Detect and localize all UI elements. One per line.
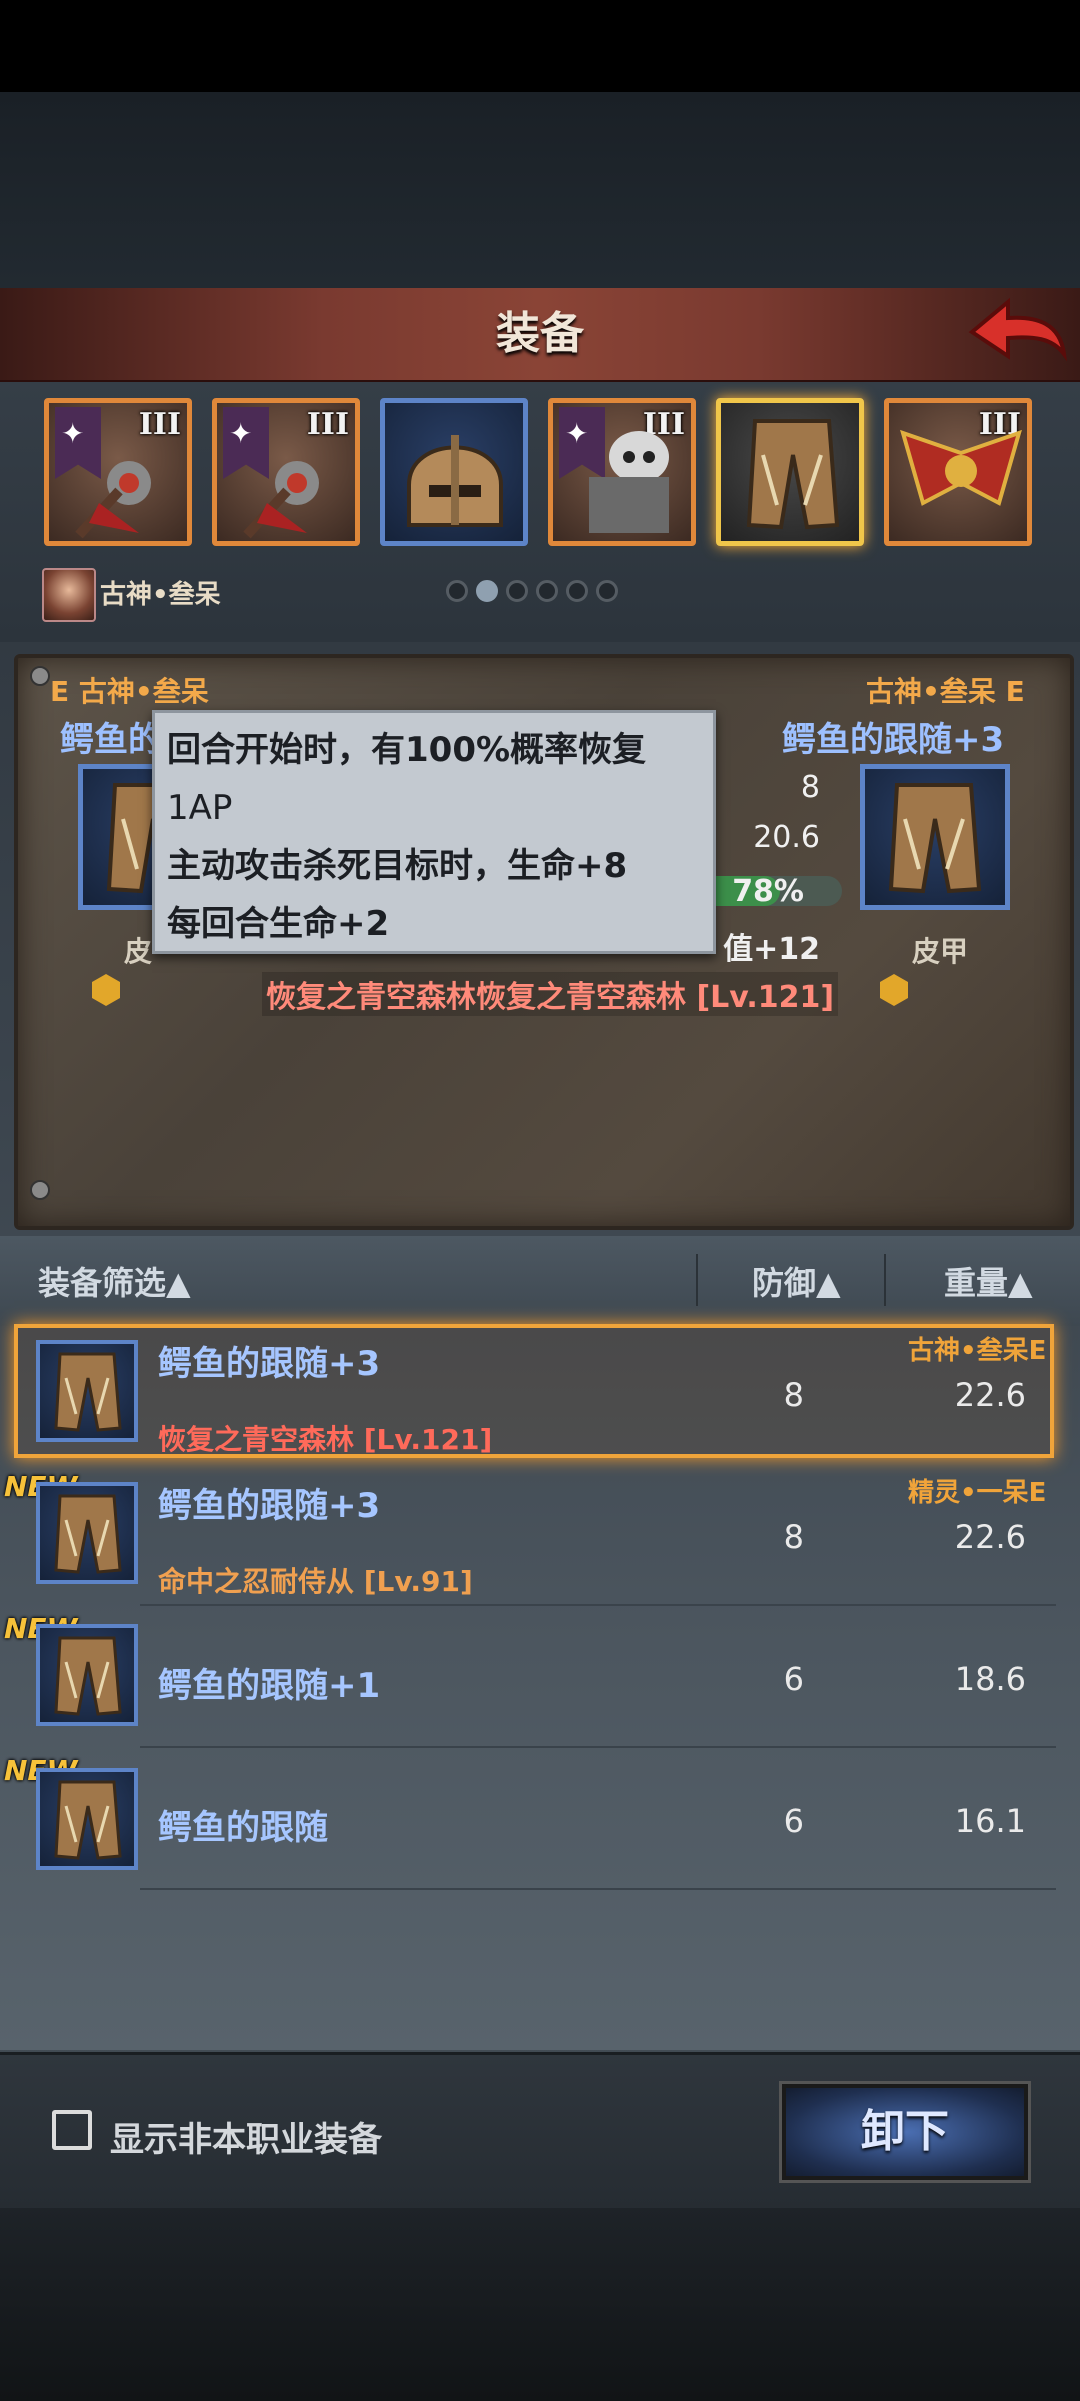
item-defense: 8 <box>783 1518 804 1556</box>
show-other-class-checkbox[interactable] <box>52 2110 92 2150</box>
item-weight: 22.6 <box>954 1518 1026 1556</box>
pin-icon <box>30 1180 50 1200</box>
item-owner: 古神•叁呆E <box>908 1336 1047 1366</box>
page-dot-active <box>476 580 498 602</box>
unequip-button[interactable]: 卸下 <box>782 2084 1028 2180</box>
item-icon <box>36 1482 138 1584</box>
leather-pants-icon <box>54 1780 122 1860</box>
tooltip-line: 回合开始时，有100%概率恢复 <box>167 730 647 770</box>
slot-helmet[interactable] <box>380 398 528 546</box>
checkbox-label: 显示非本职业装备 <box>110 2120 382 2160</box>
tooltip-line: 1AP <box>167 788 233 828</box>
spiked-mace-icon <box>243 461 319 539</box>
slot-armor[interactable]: ✦ III <box>548 398 696 546</box>
tooltip-line: 每回合生命+2 <box>167 904 390 944</box>
bottom-background <box>0 2208 1080 2401</box>
stat-weight: 20.6 <box>753 820 820 855</box>
item-set: 恢复之青空森林 [Lv.121] <box>158 1423 493 1456</box>
filter-sort-button[interactable]: 装备筛选▲ <box>38 1258 191 1304</box>
page-dot <box>536 580 558 602</box>
row-divider <box>140 1746 1056 1748</box>
tooltip-line: 主动攻击杀死目标时，生命+8 <box>167 846 628 886</box>
leather-pants-icon <box>746 419 840 530</box>
item-icon <box>36 1624 138 1726</box>
page-title: 装备 <box>496 308 584 359</box>
row-divider <box>140 1604 1056 1606</box>
item-weight: 16.1 <box>954 1802 1026 1840</box>
skull-armor-icon <box>589 431 669 533</box>
row-divider <box>140 1888 1056 1890</box>
current-item-type: 皮 <box>124 935 153 968</box>
item-icon <box>36 1340 138 1442</box>
current-item-name: 鳄鱼的 <box>60 720 162 760</box>
current-owner-tag: E 古神•叁呆 <box>50 675 209 708</box>
spiked-mace-icon <box>75 461 151 539</box>
skill-tooltip: 回合开始时，有100%概率恢复 1AP 主动攻击杀死目标时，生命+8 每回合生命… <box>152 710 716 954</box>
item-name: 鳄鱼的跟随+3 <box>158 1344 381 1384</box>
rank-badge: III <box>306 407 349 442</box>
page-dot <box>506 580 528 602</box>
item-defense: 8 <box>783 1376 804 1414</box>
status-bar <box>0 0 1080 92</box>
column-divider <box>696 1254 698 1306</box>
new-item-type: 皮甲 <box>912 935 969 968</box>
helmet-icon <box>407 435 503 527</box>
leather-pants-icon <box>54 1494 122 1574</box>
item-set: 命中之忍耐侍从 [Lv.91] <box>158 1565 473 1598</box>
back-arrow-icon <box>968 297 1067 362</box>
item-defense: 6 <box>783 1660 804 1698</box>
defense-sort-button[interactable]: 防御▲ <box>752 1258 841 1304</box>
background <box>0 92 1080 288</box>
new-item-name: 鳄鱼的跟随+3 <box>782 720 1005 760</box>
hero-name: 古神•叁呆 <box>100 580 221 610</box>
item-weight: 22.6 <box>954 1376 1026 1414</box>
bat-amulet-icon <box>900 429 1022 506</box>
item-name: 鳄鱼的跟随 <box>158 1808 328 1848</box>
set-bonus-line: 恢复之青空森林恢复之青空森林 [Lv.121] <box>262 972 839 1016</box>
item-icon <box>36 1768 138 1870</box>
item-defense: 6 <box>783 1802 804 1840</box>
new-item-icon[interactable] <box>860 764 1010 910</box>
item-name: 鳄鱼的跟随+3 <box>158 1486 381 1526</box>
leather-pants-icon <box>54 1352 122 1432</box>
slot-accessory[interactable]: III <box>884 398 1032 546</box>
leather-pants-icon <box>888 783 982 894</box>
slot-weapon-2[interactable]: ✦ III <box>212 398 360 546</box>
stat-defense: 8 <box>800 770 820 805</box>
back-button[interactable] <box>968 294 1068 372</box>
page-dot <box>566 580 588 602</box>
item-name: 鳄鱼的跟随+1 <box>158 1666 381 1706</box>
page-dot <box>446 580 468 602</box>
slot-legs[interactable] <box>716 398 864 546</box>
pin-icon <box>30 666 50 686</box>
column-divider <box>884 1254 886 1306</box>
slot-weapon-1[interactable]: ✦ III <box>44 398 192 546</box>
item-weight: 18.6 <box>954 1660 1026 1698</box>
weight-sort-button[interactable]: 重量▲ <box>944 1258 1033 1304</box>
new-owner-tag: 古神•叁呆 E <box>866 675 1025 708</box>
page-dot <box>596 580 618 602</box>
rank-badge: III <box>138 407 181 442</box>
item-owner: 精灵•一呆E <box>908 1478 1047 1508</box>
hero-avatar[interactable] <box>42 568 96 622</box>
leather-pants-icon <box>54 1636 122 1716</box>
